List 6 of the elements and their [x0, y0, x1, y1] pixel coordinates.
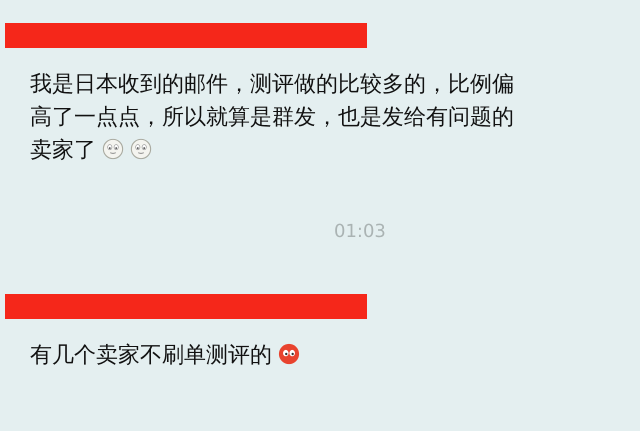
smiling-face-icon: [102, 138, 124, 160]
timestamp: 01:03: [333, 221, 386, 242]
message-text: 我是日本收到的邮件，测评做的比较多的，比例偏高了一点点，所以就算是群发，也是发给有问题的卖家了: [30, 71, 515, 165]
message-text: 有几个卖家不刷单测评的: [30, 339, 520, 372]
wide-eyed-face-icon: [278, 343, 300, 365]
smiling-face-icon: [130, 138, 152, 160]
